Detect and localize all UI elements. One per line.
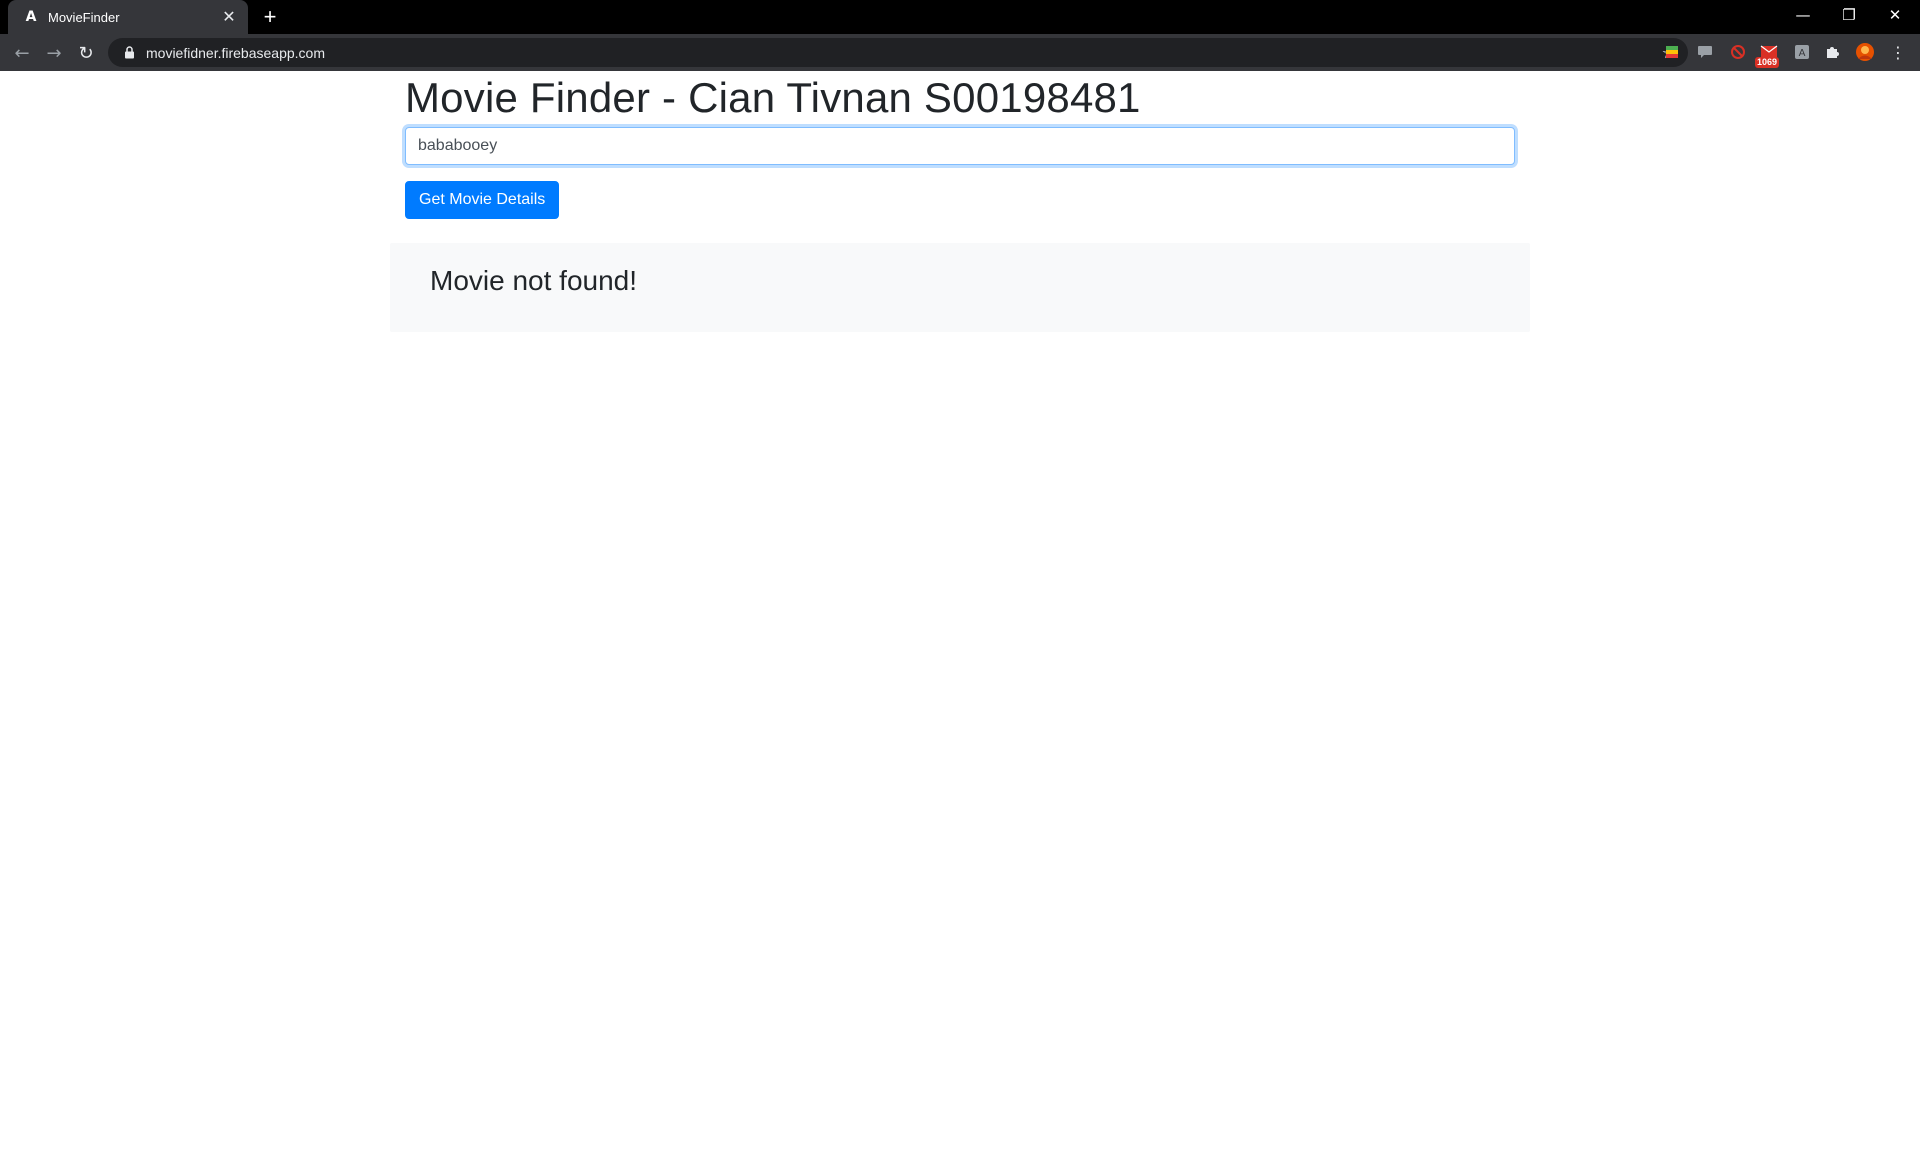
movie-search-input[interactable] xyxy=(405,127,1515,165)
extension-chat-icon[interactable] xyxy=(1695,42,1715,62)
minimize-window-button[interactable]: — xyxy=(1780,0,1826,30)
browser-toolbar: ← → ↻ moviefidner.firebaseapp.com ☆ xyxy=(0,34,1920,71)
tab-close-icon[interactable]: ✕ xyxy=(220,8,238,26)
back-icon[interactable]: ← xyxy=(8,39,36,67)
browser-tab-moviefinder[interactable]: A MovieFinder ✕ xyxy=(8,0,248,34)
result-message: Movie not found! xyxy=(430,265,638,296)
extension-badge: 1069 xyxy=(1755,57,1780,68)
svg-text:A: A xyxy=(1799,48,1806,59)
profile-avatar-icon[interactable] xyxy=(1855,42,1875,62)
angular-favicon-icon: A xyxy=(25,9,37,25)
extension-block-icon[interactable] xyxy=(1728,42,1748,62)
browser-menu-icon[interactable]: ⋮ xyxy=(1888,42,1908,62)
forward-icon[interactable]: → xyxy=(40,39,68,67)
lock-icon[interactable] xyxy=(122,46,136,60)
tab-title: MovieFinder xyxy=(48,9,120,25)
close-window-button[interactable]: ✕ xyxy=(1872,0,1918,30)
page-body: Movie Finder - Cian Tivnan S00198481 Get… xyxy=(0,71,1920,1170)
url-text: moviefidner.firebaseapp.com xyxy=(146,44,325,61)
get-movie-details-button[interactable]: Get Movie Details xyxy=(405,181,560,219)
extensions-puzzle-icon[interactable] xyxy=(1822,42,1842,62)
page-title: Movie Finder - Cian Tivnan S00198481 xyxy=(405,74,1141,121)
new-tab-button[interactable]: + xyxy=(256,4,284,29)
restore-window-button[interactable]: ❐ xyxy=(1826,0,1872,30)
extension-translate-icon[interactable]: A xyxy=(1792,42,1812,62)
result-panel: Movie not found! xyxy=(390,243,1530,332)
address-bar[interactable]: moviefidner.firebaseapp.com ☆ xyxy=(108,38,1688,67)
extension-colorful-icon[interactable] xyxy=(1662,42,1682,62)
browser-titlebar: A MovieFinder ✕ + — ❐ ✕ xyxy=(0,0,1920,34)
reload-icon[interactable]: ↻ xyxy=(72,39,100,67)
